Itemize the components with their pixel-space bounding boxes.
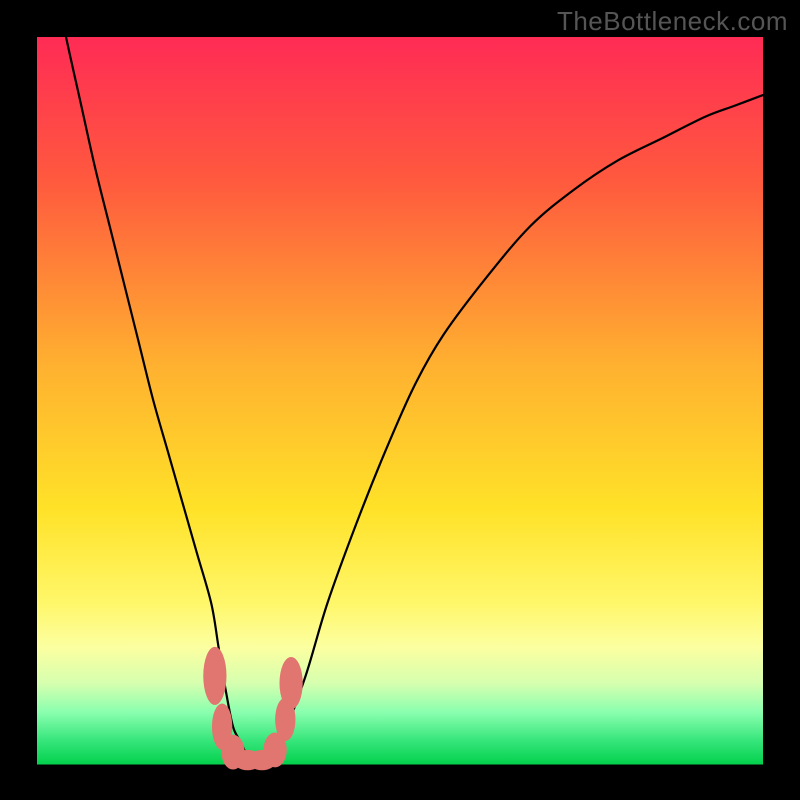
marker-0 bbox=[203, 647, 226, 705]
marker-group bbox=[203, 647, 302, 770]
marker-7 bbox=[279, 657, 302, 709]
chart-svg bbox=[37, 37, 763, 763]
bottleneck-curve bbox=[37, 0, 763, 763]
watermark-text: TheBottleneck.com bbox=[557, 6, 788, 37]
plot-area bbox=[37, 37, 763, 763]
chart-frame: TheBottleneck.com bbox=[0, 0, 800, 800]
